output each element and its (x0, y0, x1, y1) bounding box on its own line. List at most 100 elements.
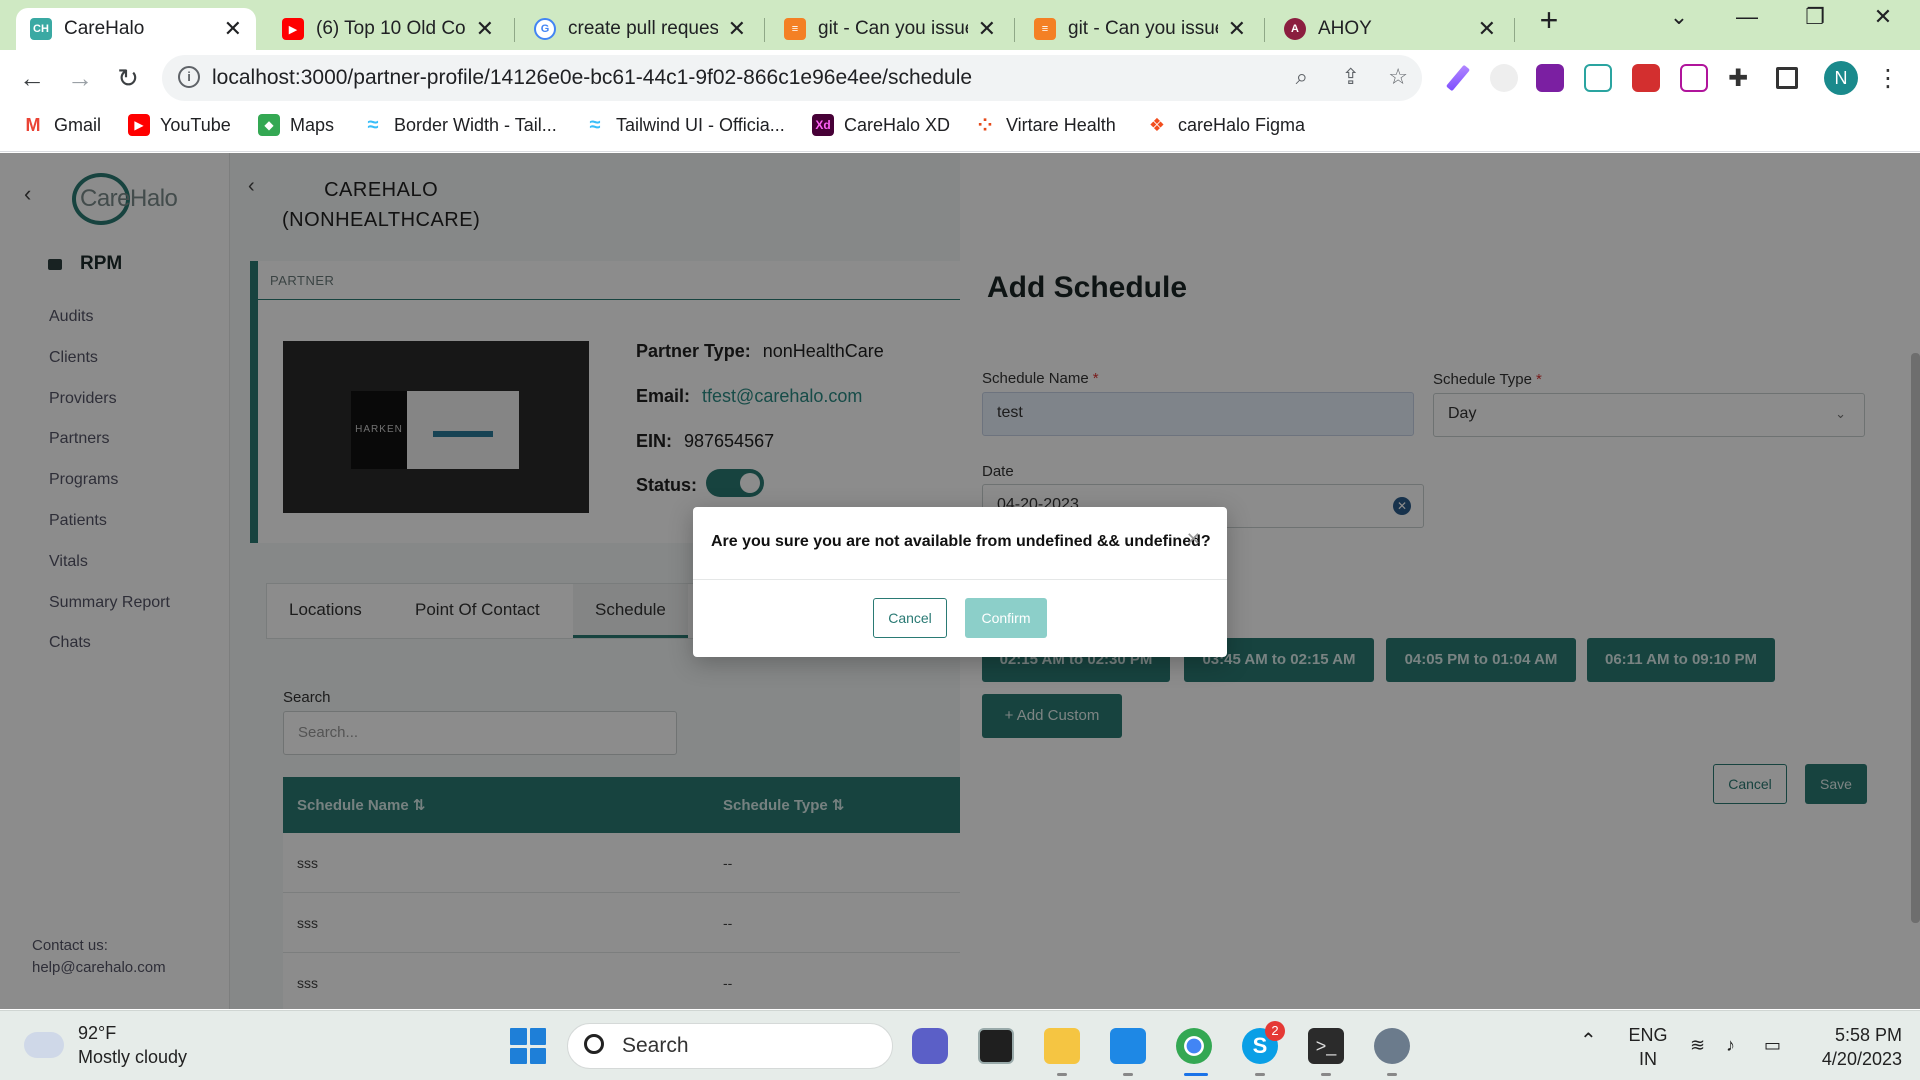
weather-widget[interactable]: 92°F Mostly cloudy (24, 1021, 187, 1069)
search-placeholder: Search (622, 1034, 689, 1057)
settings-gear-icon[interactable] (1374, 1028, 1410, 1064)
adobe-xd-icon: Xd (812, 114, 834, 136)
notion-extension-icon[interactable] (1584, 64, 1612, 92)
bookmark-figma[interactable]: ❖ careHalo Figma (1146, 114, 1305, 136)
bookmark-label: Maps (290, 114, 335, 135)
stackoverflow-icon: ≡ (1034, 18, 1056, 40)
extensions-puzzle-icon[interactable]: ✚ (1728, 64, 1756, 92)
address-bar[interactable]: i localhost:3000/partner-profile/14126e0… (162, 55, 1422, 101)
tailwind-icon: ≈ (362, 114, 384, 136)
close-window-icon[interactable]: ✕ (1858, 4, 1908, 30)
extension-icon[interactable] (1536, 64, 1564, 92)
bookmark-label: Virtare Health (1006, 114, 1116, 135)
weather-text: Mostly cloudy (78, 1047, 188, 1067)
ahoy-icon: A (1284, 18, 1306, 40)
chrome-menu-icon[interactable]: ⋮ (1874, 64, 1902, 92)
cloud-icon (24, 1024, 64, 1058)
figma-icon: ❖ (1146, 114, 1168, 136)
show-hidden-icons-chevron-icon[interactable]: ⌃ (1580, 1029, 1597, 1053)
bookmark-gmail[interactable]: M Gmail (22, 114, 101, 136)
extension-icon[interactable] (1490, 64, 1518, 92)
search-icon (584, 1034, 604, 1054)
bookmark-star-icon[interactable]: ☆ (1388, 64, 1408, 90)
bookmark-label: careHalo Figma (1178, 114, 1306, 135)
screenshot-extension-icon[interactable] (1680, 64, 1708, 92)
browser-tab-stackoverflow-2[interactable]: ≡ git - Can you issue ✕ (1020, 8, 1260, 50)
dialog-cancel-button[interactable]: Cancel (873, 598, 947, 638)
powershell-icon[interactable]: >_ (1308, 1028, 1344, 1064)
bookmark-maps[interactable]: ◆ Maps (258, 114, 334, 136)
close-tab-icon[interactable]: ✕ (978, 16, 996, 42)
notification-badge: 2 (1265, 1021, 1285, 1041)
pen-extension-icon[interactable] (1445, 64, 1471, 92)
dialog-confirm-button[interactable]: Confirm (965, 598, 1047, 638)
temperature: 92°F (78, 1023, 117, 1043)
terminal-icon[interactable] (978, 1028, 1014, 1064)
browser-tab-carehalo[interactable]: CH CareHalo ✕ (16, 8, 256, 50)
side-panel-icon[interactable] (1776, 67, 1798, 89)
bookmark-label: Border Width - Tail... (394, 114, 557, 135)
restore-icon[interactable]: ❐ (1790, 4, 1840, 30)
tab-title: CareHalo (64, 18, 145, 39)
tab-title: AHOY (1318, 18, 1372, 39)
volume-icon[interactable]: ♪ (1726, 1033, 1735, 1057)
bookmark-virtare[interactable]: ⁘ Virtare Health (974, 114, 1116, 136)
maps-icon: ◆ (258, 114, 280, 136)
teams-icon[interactable] (912, 1028, 948, 1064)
back-icon[interactable]: ← (14, 60, 50, 96)
battery-icon[interactable]: ▭ (1764, 1033, 1781, 1057)
file-explorer-icon[interactable] (1044, 1028, 1080, 1064)
bookmark-tailwind-border[interactable]: ≈ Border Width - Tail... (362, 114, 557, 136)
lang-line: IN (1639, 1049, 1657, 1069)
browser-tab-stackoverflow-1[interactable]: ≡ git - Can you issue ✕ (770, 8, 1010, 50)
tab-search-chevron-icon[interactable]: ⌄ (1654, 4, 1704, 30)
browser-tab-bar: CH CareHalo ✕ ▶ (6) Top 10 Old Cove ✕ G … (0, 0, 1920, 50)
confirm-dialog: Are you sure you are not available from … (693, 507, 1227, 657)
bookmark-label: YouTube (160, 114, 231, 135)
minimize-icon[interactable]: — (1722, 4, 1772, 30)
tailwind-icon: ≈ (584, 114, 606, 136)
bookmark-carehalo-xd[interactable]: Xd CareHalo XD (812, 114, 950, 136)
reload-icon[interactable]: ↻ (110, 60, 146, 96)
windows-start-icon[interactable] (510, 1028, 546, 1064)
share-icon[interactable]: ⇪ (1342, 64, 1360, 90)
clock[interactable]: 5:58 PM 4/20/2023 (1818, 1023, 1902, 1071)
youtube-icon: ▶ (282, 18, 304, 40)
google-icon: G (534, 18, 556, 40)
url-text: localhost:3000/partner-profile/14126e0e-… (212, 66, 973, 89)
dialog-message: Are you sure you are not available from … (711, 533, 1211, 550)
close-tab-icon[interactable]: ✕ (476, 16, 494, 42)
bookmark-label: Tailwind UI - Officia... (616, 114, 785, 135)
windows-taskbar: 92°F Mostly cloudy Search S 2 >_ ⌃ ENG I… (0, 1010, 1920, 1080)
vscode-icon[interactable] (1110, 1028, 1146, 1064)
tab-title: (6) Top 10 Old Cove (316, 18, 466, 39)
stackoverflow-icon: ≡ (784, 18, 806, 40)
profile-avatar[interactable]: N (1824, 61, 1858, 95)
new-tab-icon[interactable]: + (1524, 2, 1574, 39)
time: 5:58 PM (1834, 1025, 1902, 1045)
browser-tab-youtube[interactable]: ▶ (6) Top 10 Old Cove ✕ (268, 8, 508, 50)
close-tab-icon[interactable]: ✕ (1228, 16, 1246, 42)
close-icon[interactable]: ✕ (1186, 529, 1201, 550)
site-info-icon[interactable]: i (178, 66, 200, 88)
close-tab-icon[interactable]: ✕ (1478, 16, 1496, 42)
browser-tab-google[interactable]: G create pull request ✕ (520, 8, 760, 50)
tab-title: create pull request (568, 18, 718, 39)
taskbar-search[interactable]: Search (567, 1023, 893, 1069)
bookmark-youtube[interactable]: ▶ YouTube (128, 114, 231, 136)
language-indicator[interactable]: ENG IN (1628, 1023, 1668, 1071)
tab-title: git - Can you issue (818, 18, 968, 39)
forward-icon[interactable]: → (62, 60, 98, 96)
browser-tab-ahoy[interactable]: A AHOY ✕ (1270, 8, 1510, 50)
chrome-icon[interactable] (1176, 1028, 1212, 1064)
close-tab-icon[interactable]: ✕ (728, 16, 746, 42)
carehalo-favicon-icon: CH (30, 18, 52, 40)
close-tab-icon[interactable]: ✕ (224, 16, 242, 42)
extension-icon[interactable] (1632, 64, 1660, 92)
gmail-icon: M (22, 114, 44, 136)
zoom-icon[interactable]: ⌕ (1296, 64, 1308, 90)
bookmark-tailwind-ui[interactable]: ≈ Tailwind UI - Officia... (584, 114, 785, 136)
lang-line: ENG (1628, 1025, 1668, 1045)
virtare-icon: ⁘ (974, 114, 996, 136)
wifi-icon[interactable]: ≋ (1690, 1033, 1705, 1057)
